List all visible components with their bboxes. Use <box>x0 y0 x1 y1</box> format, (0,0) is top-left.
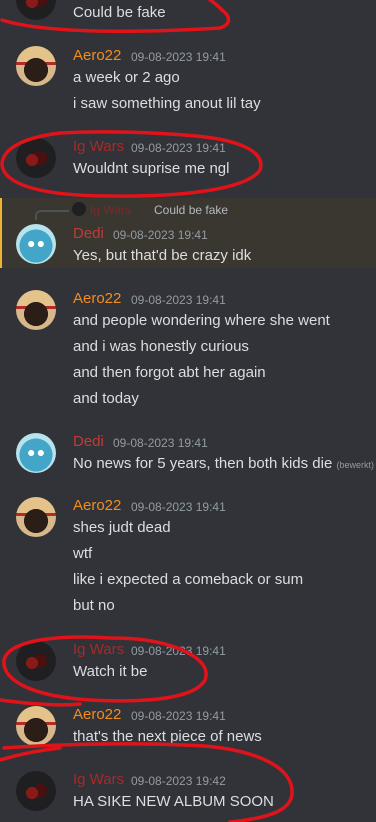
message-text: and i was honestly curious <box>73 338 249 355</box>
timestamp: 09-08-2023 19:41 <box>131 50 226 64</box>
avatar[interactable] <box>16 641 56 681</box>
reply-author[interactable]: Ig Wars <box>90 203 131 217</box>
message-text-body: No news for 5 years, then both kids die <box>73 455 333 472</box>
edited-label: (bewerkt) <box>336 460 374 470</box>
timestamp: 09-08-2023 19:41 <box>131 709 226 723</box>
message-text: that's the next piece of news <box>73 728 262 745</box>
scribble-aero-underline <box>0 698 82 707</box>
message-text: No news for 5 years, then both kids die … <box>73 455 374 472</box>
avatar[interactable] <box>16 497 56 537</box>
avatar[interactable] <box>16 138 56 178</box>
reply-spine <box>35 210 69 220</box>
scribble-bottom-left <box>0 746 62 762</box>
message-text: Yes, but that'd be crazy idk <box>73 247 252 264</box>
avatar[interactable] <box>16 706 56 746</box>
author-name[interactable]: Aero22 <box>73 290 121 307</box>
message-text: i saw something anout lil tay <box>73 95 261 112</box>
timestamp: 09-08-2023 19:41 <box>131 500 226 514</box>
reply-highlight-bar <box>0 198 2 268</box>
author-name[interactable]: Dedi <box>73 225 104 242</box>
reply-avatar[interactable] <box>72 202 86 216</box>
timestamp: 09-08-2023 19:41 <box>113 436 208 450</box>
timestamp: 09-08-2023 19:41 <box>131 141 226 155</box>
message-text: Wouldnt suprise me ngl <box>73 160 230 177</box>
author-name[interactable]: Dedi <box>73 433 104 450</box>
author-name[interactable]: Ig Wars <box>73 138 124 155</box>
message-text: like i expected a comeback or sum <box>73 571 304 588</box>
message-text: and then forgot abt her again <box>73 364 266 381</box>
timestamp: 09-08-2023 19:41 <box>113 228 208 242</box>
timestamp: 09-08-2023 19:41 <box>131 644 226 658</box>
timestamp: 09-08-2023 19:42 <box>131 774 226 788</box>
author-name[interactable]: Ig Wars <box>73 641 124 658</box>
timestamp: 09-08-2023 19:41 <box>131 293 226 307</box>
message-text: and people wondering where she went <box>73 312 330 329</box>
message-text: shes judt dead <box>73 519 171 536</box>
author-name[interactable]: Aero22 <box>73 47 121 64</box>
author-name[interactable]: Ig Wars <box>73 771 124 788</box>
author-name[interactable]: Aero22 <box>73 706 121 723</box>
message-text: and today <box>73 390 139 407</box>
message-text: wtf <box>73 545 93 562</box>
avatar[interactable] <box>16 0 56 20</box>
message-text: but no <box>73 597 115 614</box>
avatar[interactable] <box>16 224 56 264</box>
avatar[interactable] <box>16 46 56 86</box>
message-text: HA SIKE NEW ALBUM SOON <box>73 793 274 810</box>
message-text: Could be fake <box>73 4 166 21</box>
message-text: a week or 2 ago <box>73 69 180 86</box>
message-text: Watch it be <box>73 663 148 680</box>
red-scribble-annotations <box>0 0 294 822</box>
author-name[interactable]: Aero22 <box>73 497 121 514</box>
reply-preview[interactable]: Could be fake <box>154 203 228 217</box>
avatar[interactable] <box>16 433 56 473</box>
avatar[interactable] <box>16 771 56 811</box>
avatar[interactable] <box>16 290 56 330</box>
